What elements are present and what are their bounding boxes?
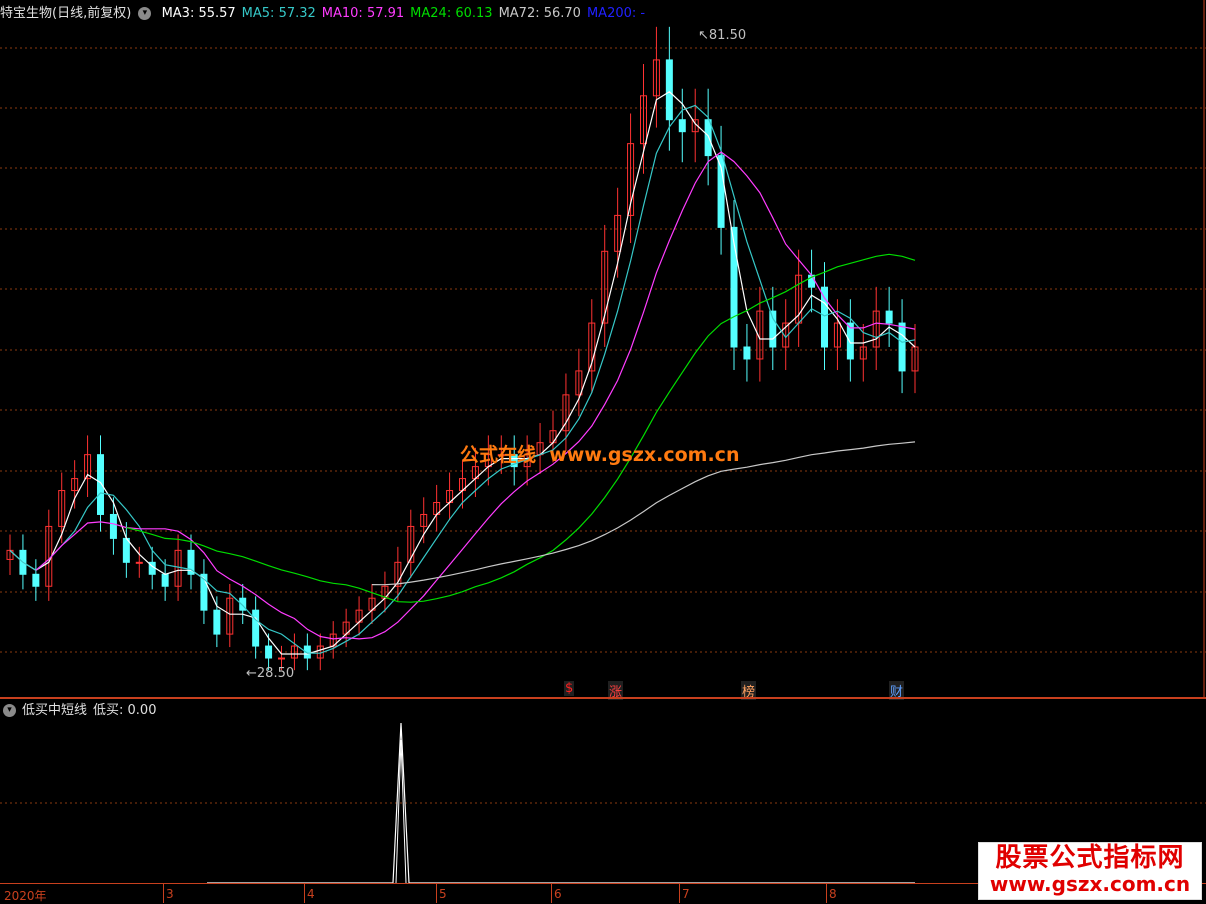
ma-legend-item: MA24: 60.13 xyxy=(410,6,493,21)
candle-body xyxy=(885,310,893,324)
candle-body xyxy=(122,537,130,563)
candle-body xyxy=(135,561,143,564)
high-price-label: ↖81.50 xyxy=(698,28,747,43)
x-axis-month-label: 5 xyxy=(439,887,447,901)
low-buy-line xyxy=(395,739,407,884)
ma-legend: MA3: 55.57 MA5: 57.32 MA10: 57.91 MA24: 60.… xyxy=(162,6,652,21)
x-axis-month-label: 8 xyxy=(829,887,837,901)
low-price-label: ←28.50 xyxy=(246,666,295,681)
x-axis-tick xyxy=(826,883,827,903)
chevron-down-icon[interactable]: ▾ xyxy=(3,704,16,717)
ma-legend-item: MA72: 56.70 xyxy=(498,6,581,21)
candle-body xyxy=(265,645,273,659)
candle-body xyxy=(252,609,260,647)
candle-body xyxy=(821,286,828,348)
site-watermark: 公式在线 www.gszx.com.cn xyxy=(460,444,740,466)
stock-title[interactable]: 特宝生物(日线,前复权) xyxy=(0,6,131,21)
brand-url: www.gszx.com.cn xyxy=(989,872,1191,896)
x-axis-month-label: 6 xyxy=(554,887,562,901)
candle-body xyxy=(278,657,285,660)
ma-legend-item: MA5: 57.32 xyxy=(241,6,316,21)
x-axis-tick xyxy=(304,883,305,903)
price-grid xyxy=(0,0,1206,804)
sub-indicator-name[interactable]: 低买中短线 xyxy=(22,703,87,718)
panel-divider[interactable] xyxy=(0,697,1206,699)
x-axis-tick xyxy=(163,883,164,903)
candle-body xyxy=(161,573,169,587)
candle-body xyxy=(898,322,906,372)
sub-chart-header: ▾ 低买中短线 低买: 0.00 xyxy=(0,701,162,721)
brand-logo: 股票公式指标网 www.gszx.com.cn xyxy=(978,842,1202,900)
ma-line xyxy=(9,91,916,655)
sub-indicator-value: 低买: 0.00 xyxy=(93,703,157,718)
candlestick-series xyxy=(6,26,919,671)
candle-body xyxy=(704,119,712,157)
chevron-down-icon[interactable]: ▾ xyxy=(138,7,152,20)
ma-line xyxy=(35,151,916,640)
ma-legend-item: MA200: - xyxy=(586,6,646,21)
brand-name: 股票公式指标网 xyxy=(995,843,1185,873)
x-axis-tick xyxy=(551,883,552,903)
x-axis-month-label: 4 xyxy=(307,887,315,901)
moving-average-lines xyxy=(9,91,916,655)
main-chart-header: 特宝生物(日线,前复权) ▾ MA3: 55.57 MA5: 57.32 MA10:… xyxy=(0,4,657,24)
event-marker[interactable]: $ xyxy=(564,681,575,696)
candle-body xyxy=(97,454,104,515)
candle-body xyxy=(743,346,751,360)
x-axis-tick xyxy=(679,883,680,903)
candle-body xyxy=(109,513,117,539)
ma-line xyxy=(9,104,916,654)
candle-body xyxy=(213,609,221,635)
candle-body xyxy=(32,573,40,587)
x-axis-year-label: 2020年 xyxy=(4,889,47,903)
ma-legend-item: MA10: 57.91 xyxy=(321,6,405,21)
x-axis-month-label: 7 xyxy=(682,887,690,901)
x-axis-month-label: 3 xyxy=(166,887,174,901)
x-axis-tick xyxy=(436,883,437,903)
ma-line xyxy=(126,253,916,603)
candle-body xyxy=(678,119,686,133)
ma-legend-item: MA3: 55.57 xyxy=(161,6,236,21)
candle-body xyxy=(665,59,673,121)
